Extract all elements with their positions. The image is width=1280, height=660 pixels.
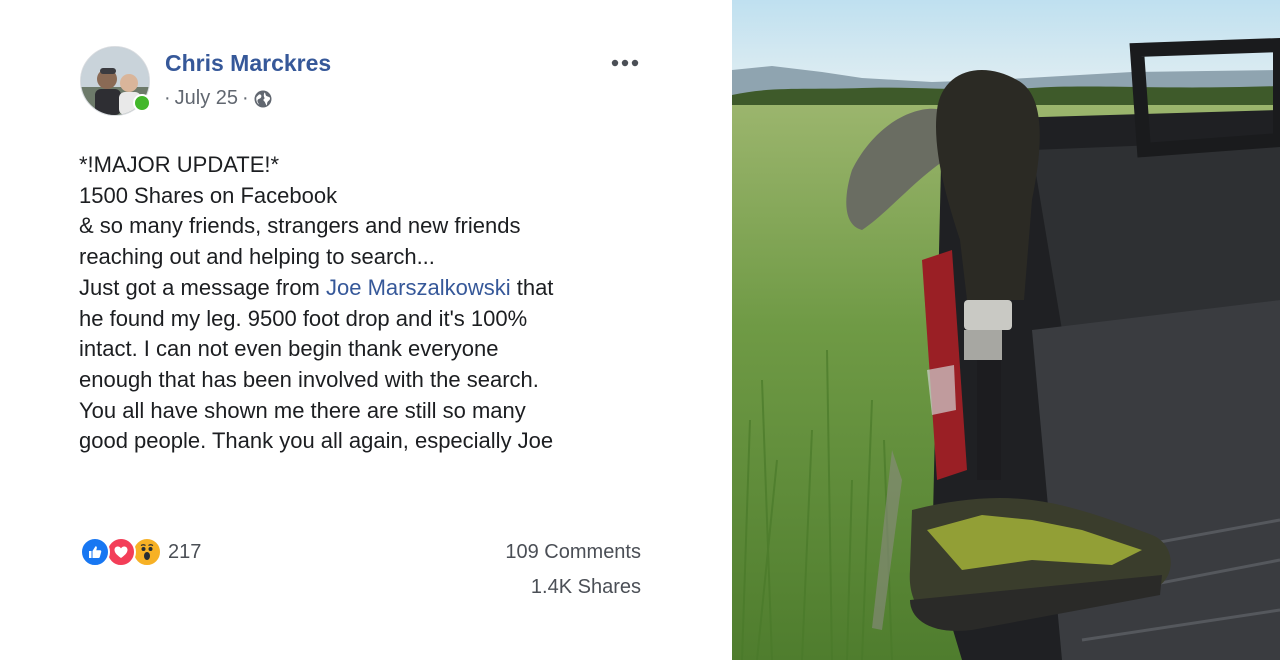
- globe-icon[interactable]: [253, 89, 273, 109]
- reactions-summary[interactable]: 217: [80, 537, 201, 567]
- post-date[interactable]: July 25: [175, 87, 238, 110]
- wow-icon[interactable]: [132, 537, 162, 567]
- meta-separator: ·: [242, 87, 249, 109]
- mention-link[interactable]: Joe Marszalkowski: [326, 275, 511, 300]
- post-text-line: intact. I can not even begin thank every…: [79, 336, 499, 362]
- comments-count-link[interactable]: 109 Comments: [470, 541, 641, 564]
- post-body: *!MAJOR UPDATE!* 1500 Shares on Facebook…: [79, 150, 679, 457]
- post-text-line: enough that has been involved with the s…: [79, 366, 539, 392]
- post-text-line: 1500 Shares on Facebook: [79, 182, 338, 208]
- post-text-fragment: that: [510, 274, 554, 300]
- shares-count-link[interactable]: 1.4K Shares: [470, 576, 641, 599]
- online-status-dot: [133, 94, 151, 112]
- love-icon[interactable]: [106, 537, 136, 567]
- post-text-line: good people. Thank you all again, especi…: [79, 428, 554, 454]
- post-photo[interactable]: [732, 0, 1280, 660]
- post-text-line: he found my leg. 9500 foot drop and it's…: [79, 305, 528, 331]
- reaction-count[interactable]: 217: [168, 541, 201, 564]
- post-text-fragment: Just got a message from: [79, 274, 326, 300]
- facebook-post: Chris Marckres · July 25 · *!MAJOR UPDAT…: [0, 0, 700, 660]
- post-text-line: You all have shown me there are still so…: [79, 397, 526, 423]
- prosthetic-leg-truck-photo: [732, 0, 1280, 660]
- like-icon[interactable]: [80, 537, 110, 567]
- post-text-line: *!MAJOR UPDATE!*: [79, 152, 280, 177]
- post-text-line: reaching out and helping to search...: [79, 244, 435, 270]
- ellipsis-icon: [611, 59, 639, 67]
- post-author-name[interactable]: Chris Marckres: [165, 50, 331, 77]
- post-meta: · July 25 ·: [164, 87, 273, 110]
- post-text-line: & so many friends, strangers and new fri…: [79, 213, 521, 239]
- meta-separator: ·: [164, 87, 171, 109]
- engagement-stats: 109 Comments 1.4K Shares: [470, 541, 641, 599]
- more-options-button[interactable]: [606, 50, 644, 76]
- post-text-line-with-mention: Just got a message from Joe Marszalkowsk…: [79, 273, 679, 304]
